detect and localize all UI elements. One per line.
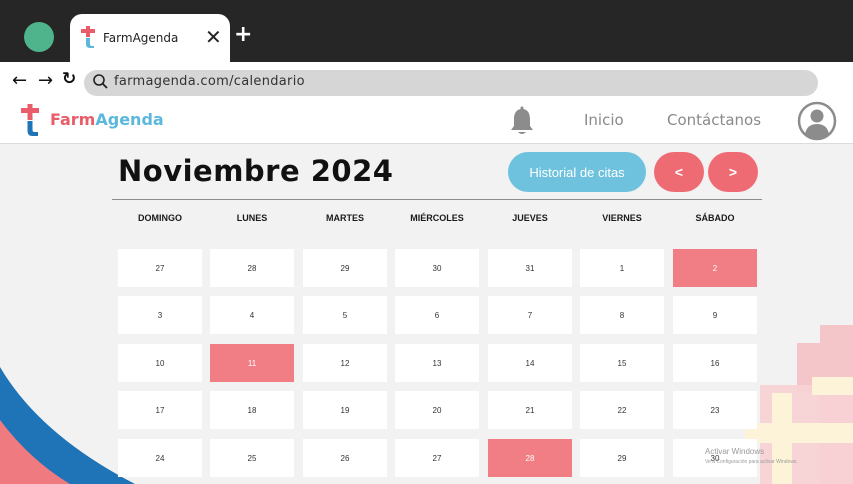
day-cell[interactable]: 5 [303,296,387,334]
day-cell[interactable]: 9 [673,296,757,334]
browser-tab-bar: FarmAgenda ✕ + [0,0,853,62]
day-cell[interactable]: 3 [118,296,202,334]
day-cell[interactable]: 4 [210,296,294,334]
url-text: farmagenda.com/calendario [114,74,305,89]
brand-name-part2: Agenda [95,110,164,129]
day-cell[interactable]: 8 [580,296,664,334]
weekday-header: MARTES [326,213,364,223]
day-cell[interactable]: 15 [580,344,664,382]
day-cell[interactable]: 14 [488,344,572,382]
windows-activation-watermark: Activar Windows Ve a Configuración para … [705,447,798,467]
day-cell[interactable]: 26 [303,439,387,477]
tab-close-icon[interactable]: ✕ [205,24,222,50]
day-cell[interactable]: 10 [118,344,202,382]
watermark-line1: Activar Windows [705,447,765,456]
nav-link-contactanos[interactable]: Contáctanos [667,111,761,129]
day-cell[interactable]: 11 [210,344,294,382]
prev-month-button[interactable]: < [654,152,704,192]
tab-title: FarmAgenda [103,31,179,45]
day-cell[interactable]: 18 [210,391,294,429]
weekday-header: DOMINGO [138,213,182,223]
day-cell[interactable]: 1 [580,249,664,287]
history-button[interactable]: Historial de citas [508,152,646,192]
day-cell[interactable]: 16 [673,344,757,382]
day-cell[interactable]: 25 [210,439,294,477]
bell-icon[interactable] [508,106,536,136]
weekday-header: SÁBADO [695,213,735,223]
day-cell[interactable]: 28 [210,249,294,287]
window-dot-icon[interactable] [24,22,54,52]
next-month-button[interactable]: > [708,152,758,192]
day-cell[interactable]: 29 [303,249,387,287]
day-cell[interactable]: 23 [673,391,757,429]
day-cell[interactable]: 17 [118,391,202,429]
user-avatar-icon[interactable] [797,101,837,141]
new-tab-icon[interactable]: + [234,22,252,48]
day-cell[interactable]: 30 [395,249,479,287]
weekday-header: MIÉRCOLES [410,213,464,223]
month-title: Noviembre 2024 [118,154,394,188]
day-cell[interactable]: 13 [395,344,479,382]
search-icon [93,74,108,89]
day-cell[interactable]: 28 [488,439,572,477]
farmagenda-logo-icon[interactable] [20,104,40,136]
day-cell[interactable]: 12 [303,344,387,382]
app-header: FarmAgenda Inicio Contáctanos [0,98,853,144]
day-cell[interactable]: 29 [580,439,664,477]
address-bar: ← → ↻ farmagenda.com/calendario [0,62,853,98]
day-cell[interactable]: 24 [118,439,202,477]
reload-icon[interactable]: ↻ [62,69,76,89]
day-cell[interactable]: 7 [488,296,572,334]
day-cell[interactable]: 2 [673,249,757,287]
brand-name[interactable]: FarmAgenda [50,110,164,129]
day-cell[interactable]: 31 [488,249,572,287]
watermark-line2: Ve a Configuración para activar Windows. [705,459,798,465]
day-cell[interactable]: 27 [118,249,202,287]
forward-arrow-icon[interactable]: → [38,70,53,91]
weekday-header: JUEVES [512,213,548,223]
day-cell[interactable]: 6 [395,296,479,334]
farmagenda-logo-icon [81,26,95,48]
title-divider [112,199,762,200]
browser-tab[interactable]: FarmAgenda ✕ [70,14,230,62]
day-cell[interactable]: 21 [488,391,572,429]
weekday-header: LUNES [236,213,268,223]
brand-name-part1: Farm [50,110,96,129]
day-cell[interactable]: 20 [395,391,479,429]
nav-link-inicio[interactable]: Inicio [584,111,624,129]
day-cell[interactable]: 22 [580,391,664,429]
day-cell[interactable]: 19 [303,391,387,429]
back-arrow-icon[interactable]: ← [12,70,27,91]
url-input[interactable]: farmagenda.com/calendario [84,70,818,96]
day-cell[interactable]: 27 [395,439,479,477]
weekday-header: VIERNES [602,213,642,223]
